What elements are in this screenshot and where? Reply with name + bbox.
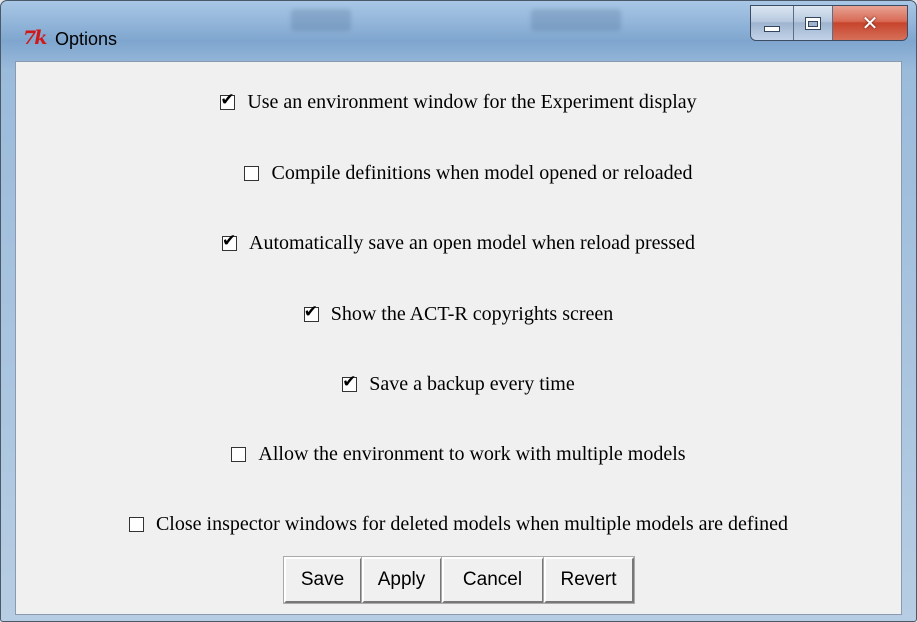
maximize-button[interactable]: [794, 6, 833, 40]
checkbox[interactable]: [231, 447, 247, 462]
maximize-icon: [805, 16, 821, 30]
checkmark-icon: ✔: [222, 231, 237, 251]
option-label: Close inspector windows for deleted mode…: [155, 513, 789, 535]
save-button[interactable]: Save: [282, 556, 363, 604]
checkmark-icon: ✔: [303, 302, 318, 322]
button-row: Save Apply Cancel Revert: [16, 556, 901, 604]
close-icon: ✕: [861, 11, 879, 35]
option-compile-definitions[interactable]: Compile definitions when model opened or…: [16, 162, 901, 185]
window-controls: ✕: [750, 5, 908, 41]
title-bar[interactable]: 7k Options ✕: [1, 1, 916, 61]
minimize-icon: [764, 26, 780, 32]
revert-button[interactable]: Revert: [542, 556, 635, 604]
option-label: Compile definitions when model opened or…: [271, 162, 693, 184]
option-label: Automatically save an open model when re…: [249, 232, 695, 254]
checkbox[interactable]: ✔: [222, 231, 238, 251]
option-label: Allow the environment to work with multi…: [258, 443, 686, 465]
options-panel: ✔ Use an environment window for the Expe…: [15, 61, 902, 615]
option-experiment-window[interactable]: ✔ Use an environment window for the Expe…: [16, 90, 901, 114]
tk-feather-icon: 7k: [23, 27, 47, 49]
option-multiple-models[interactable]: Allow the environment to work with multi…: [16, 443, 901, 466]
minimize-button[interactable]: [751, 6, 794, 40]
checkbox[interactable]: [244, 166, 260, 181]
checkmark-icon: ✔: [220, 90, 235, 110]
apply-button[interactable]: Apply: [360, 556, 443, 604]
options-window: 7k Options ✕ ✔ Use an environment window…: [0, 0, 917, 622]
window-title: Options: [55, 29, 118, 49]
checkbox[interactable]: ✔: [342, 372, 358, 392]
option-autosave-on-reload[interactable]: ✔ Automatically save an open model when …: [16, 231, 901, 255]
option-label: Use an environment window for the Experi…: [247, 91, 697, 113]
checkbox[interactable]: [128, 517, 144, 532]
checkbox[interactable]: ✔: [303, 302, 319, 322]
cancel-button[interactable]: Cancel: [440, 556, 545, 604]
option-label: Show the ACT-R copyrights screen: [330, 303, 614, 325]
option-save-backup[interactable]: ✔ Save a backup every time: [16, 372, 901, 396]
checkbox[interactable]: ✔: [220, 90, 236, 110]
option-close-inspectors[interactable]: Close inspector windows for deleted mode…: [16, 513, 901, 536]
option-copyright-screen[interactable]: ✔ Show the ACT-R copyrights screen: [16, 302, 901, 326]
checkmark-icon: ✔: [342, 372, 357, 392]
close-button[interactable]: ✕: [833, 6, 907, 40]
option-label: Save a backup every time: [369, 373, 575, 395]
